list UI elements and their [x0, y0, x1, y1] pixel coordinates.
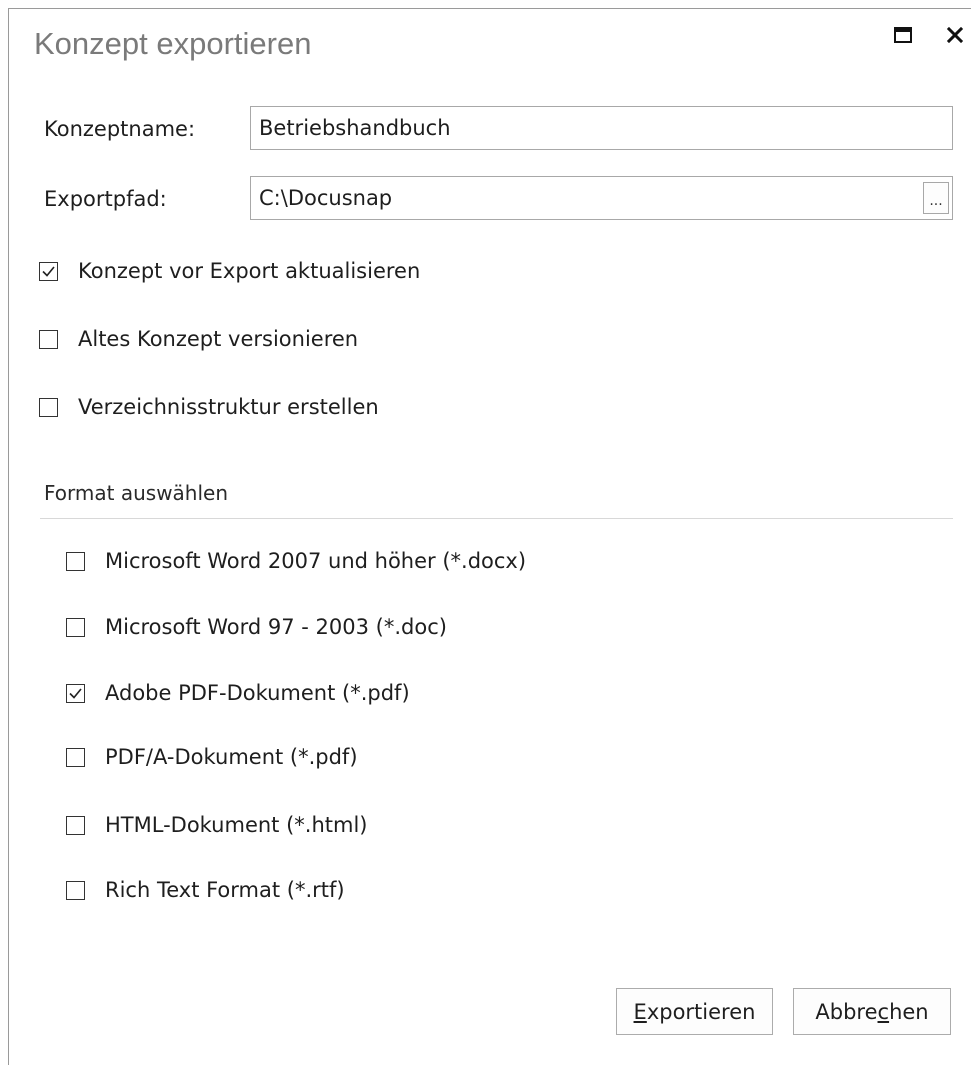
- export-button[interactable]: Exportieren: [616, 988, 773, 1035]
- format-pdfa-label: PDF/A-Dokument (*.pdf): [105, 745, 358, 769]
- maximize-icon: [894, 27, 912, 47]
- dialog-window: [8, 8, 971, 1065]
- format-rtf-label: Rich Text Format (*.rtf): [105, 878, 345, 902]
- format-pdfa-checkbox[interactable]: [66, 747, 85, 767]
- dialog-title: Konzept exportieren: [34, 26, 312, 61]
- cancel-button[interactable]: Abbre c hen: [793, 988, 951, 1035]
- export-mnemonic: E: [633, 999, 647, 1024]
- create-directory-structure-label: Verzeichnisstruktur erstellen: [78, 395, 379, 419]
- create-directory-structure-row[interactable]: Verzeichnisstruktur erstellen: [39, 392, 379, 422]
- update-before-export-row[interactable]: Konzept vor Export aktualisieren: [39, 256, 420, 286]
- format-doc-label: Microsoft Word 97 - 2003 (*.doc): [105, 615, 447, 639]
- export-path-input[interactable]: C:\Docusnap ...: [250, 176, 953, 220]
- update-before-export-label: Konzept vor Export aktualisieren: [78, 259, 421, 283]
- format-section-title: Format auswählen: [44, 481, 229, 505]
- cancel-label-post: hen: [889, 999, 929, 1024]
- format-html-row[interactable]: HTML-Dokument (*.html): [66, 810, 367, 840]
- format-pdfa-row[interactable]: PDF/A-Dokument (*.pdf): [66, 742, 358, 772]
- section-divider: [40, 518, 953, 519]
- export-path-label: Exportpfad:: [44, 187, 167, 211]
- version-old-concept-label: Altes Konzept versionieren: [78, 327, 359, 351]
- cancel-label-pre: Abbre: [815, 999, 878, 1024]
- maximize-button[interactable]: [890, 24, 916, 50]
- export-label-rest: xportieren: [646, 999, 756, 1024]
- format-rtf-row[interactable]: Rich Text Format (*.rtf): [66, 875, 345, 905]
- close-button[interactable]: [942, 24, 968, 50]
- format-pdf-row[interactable]: Adobe PDF-Dokument (*.pdf): [66, 678, 410, 708]
- format-rtf-checkbox[interactable]: [66, 880, 85, 900]
- create-directory-structure-checkbox[interactable]: [39, 397, 58, 417]
- concept-name-value: Betriebshandbuch: [259, 116, 451, 140]
- version-old-concept-checkbox[interactable]: [39, 329, 58, 349]
- format-docx-checkbox[interactable]: [66, 551, 85, 571]
- cancel-mnemonic: c: [877, 999, 890, 1024]
- version-old-concept-row[interactable]: Altes Konzept versionieren: [39, 324, 358, 354]
- update-before-export-checkbox[interactable]: [39, 261, 58, 281]
- browse-ellipsis: ...: [929, 193, 943, 209]
- concept-name-input[interactable]: Betriebshandbuch: [250, 106, 953, 150]
- concept-name-label: Konzeptname:: [44, 117, 196, 141]
- format-pdf-label: Adobe PDF-Dokument (*.pdf): [105, 681, 410, 705]
- format-html-label: HTML-Dokument (*.html): [105, 813, 368, 837]
- format-pdf-checkbox[interactable]: [66, 683, 85, 703]
- browse-button[interactable]: ...: [923, 182, 949, 214]
- format-docx-row[interactable]: Microsoft Word 2007 und höher (*.docx): [66, 546, 526, 576]
- close-icon: [946, 26, 964, 47]
- format-docx-label: Microsoft Word 2007 und höher (*.docx): [105, 549, 527, 573]
- format-doc-row[interactable]: Microsoft Word 97 - 2003 (*.doc): [66, 612, 447, 642]
- export-path-value: C:\Docusnap: [259, 186, 393, 210]
- format-html-checkbox[interactable]: [66, 815, 85, 835]
- format-doc-checkbox[interactable]: [66, 617, 85, 637]
